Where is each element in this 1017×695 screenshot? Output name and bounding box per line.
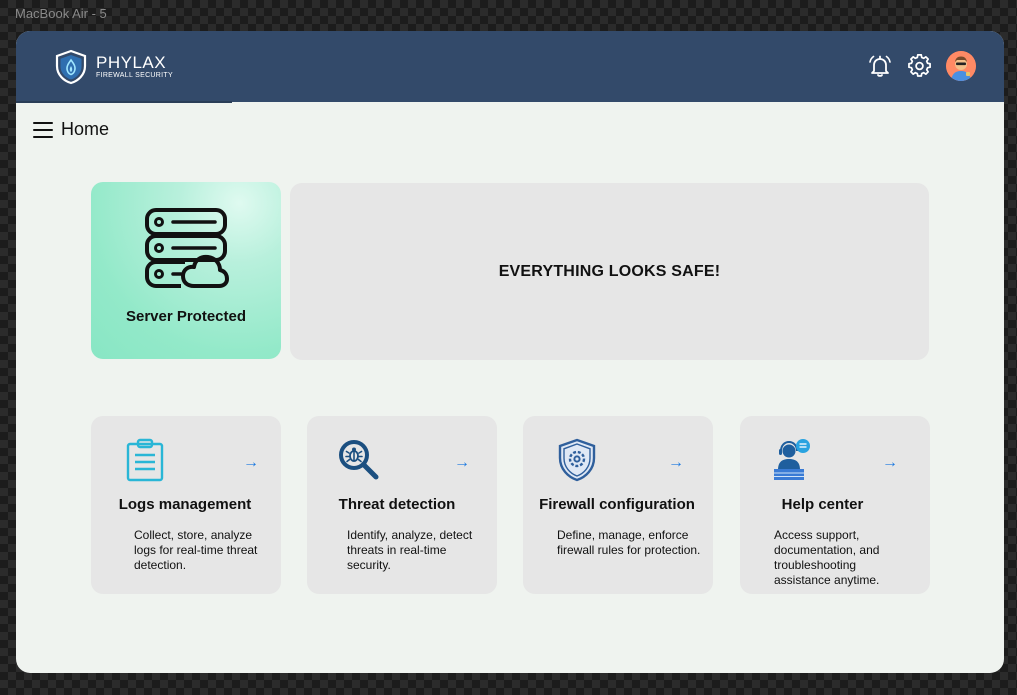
arrow-right-icon[interactable]: → bbox=[882, 454, 898, 472]
arrow-right-icon[interactable]: → bbox=[668, 454, 684, 472]
feature-description: Collect, store, analyze logs for real-ti… bbox=[134, 528, 258, 572]
hamburger-icon[interactable] bbox=[33, 121, 53, 138]
frame-label: MacBook Air - 5 bbox=[15, 6, 107, 21]
clipboard-icon bbox=[126, 438, 164, 482]
brand-tagline: FIREWALL SECURITY bbox=[96, 72, 173, 79]
bug-search-icon bbox=[339, 440, 379, 480]
feature-title: Help center bbox=[781, 496, 864, 513]
brand-logo[interactable]: PHYLAX FIREWALL SECURITY bbox=[54, 49, 173, 85]
status-message: EVERYTHING LOOKS SAFE! bbox=[498, 263, 721, 280]
feature-title: Logs management bbox=[118, 496, 252, 513]
shield-flame-icon bbox=[55, 49, 87, 85]
brand-name: PHYLAX bbox=[96, 53, 167, 72]
help-center-card[interactable]: → Help center Access support, documentat… bbox=[740, 416, 930, 594]
server-status-label: Server Protected bbox=[125, 308, 247, 325]
top-bar: PHYLAX FIREWALL SECURITY bbox=[16, 31, 1004, 103]
notifications-button[interactable] bbox=[866, 52, 894, 80]
feature-description: Access support, documentation, and troub… bbox=[774, 528, 880, 587]
settings-button[interactable] bbox=[906, 52, 934, 80]
status-banner: EVERYTHING LOOKS SAFE! bbox=[290, 183, 929, 360]
threat-detection-card[interactable]: → Threat detection Identify, analyze, de… bbox=[307, 416, 497, 594]
active-tab-indicator bbox=[16, 101, 232, 103]
user-avatar-icon bbox=[946, 51, 976, 81]
firewall-configuration-card[interactable]: → Firewall configuration Define, manage,… bbox=[523, 416, 713, 594]
gear-icon bbox=[908, 54, 931, 77]
arrow-right-icon[interactable]: → bbox=[454, 454, 470, 472]
server-status-card[interactable]: Server Protected bbox=[91, 182, 281, 359]
logs-management-card[interactable]: → Logs management Collect, store, analyz… bbox=[91, 416, 281, 594]
bell-icon bbox=[869, 55, 891, 77]
support-agent-icon bbox=[774, 439, 810, 480]
breadcrumb: Home bbox=[33, 119, 109, 140]
feature-title: Firewall configuration bbox=[539, 496, 695, 513]
app-window: PHYLAX FIREWALL SECURITY Home Server Pro… bbox=[16, 31, 1004, 673]
server-cloud-icon bbox=[145, 208, 229, 288]
feature-title: Threat detection bbox=[338, 496, 456, 513]
avatar[interactable] bbox=[946, 51, 976, 81]
feature-description: Define, manage, enforce firewall rules f… bbox=[557, 528, 701, 557]
arrow-right-icon[interactable]: → bbox=[243, 454, 259, 472]
page-title: Home bbox=[61, 119, 110, 139]
shield-gear-icon bbox=[558, 438, 596, 482]
feature-description: Identify, analyze, detect threats in rea… bbox=[347, 528, 473, 572]
